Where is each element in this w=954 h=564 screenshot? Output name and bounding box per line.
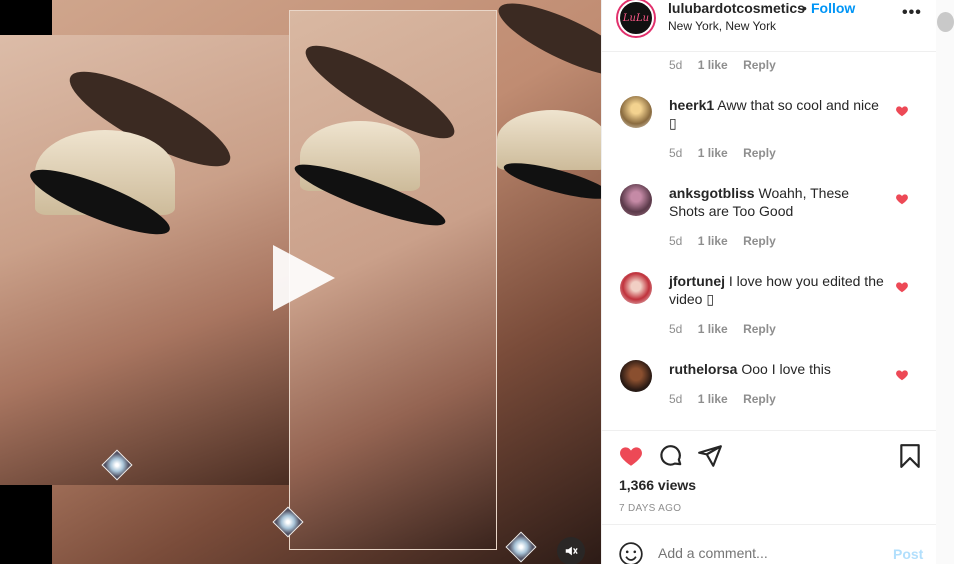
earring-image xyxy=(505,531,537,563)
heart-icon[interactable] xyxy=(895,192,909,206)
comment-text: ruthelorsa Ooo I love this xyxy=(669,360,884,378)
comment-age: 5d xyxy=(669,234,683,248)
comment-meta: 5d 1 like Reply xyxy=(669,322,788,336)
follow-button[interactable]: Follow xyxy=(811,0,855,16)
avatar[interactable] xyxy=(620,272,652,304)
comment-meta: 5d 1 like Reply xyxy=(669,58,788,72)
post-location[interactable]: New York, New York xyxy=(668,19,776,33)
comment-meta: 5d 1 like Reply xyxy=(669,146,788,160)
comment-age: 5d xyxy=(669,322,683,336)
comment-username[interactable]: ruthelorsa xyxy=(669,361,737,377)
separator-dot: • xyxy=(802,0,807,16)
comment-text: heerk1 Aww that so cool and nice ▯ xyxy=(669,96,884,132)
background-avatar xyxy=(937,12,954,32)
reply-button[interactable]: Reply xyxy=(743,146,776,160)
smiley-icon[interactable] xyxy=(618,541,644,564)
comment-text: jfortunej I love how you edited the vide… xyxy=(669,272,884,308)
reply-button[interactable]: Reply xyxy=(743,322,776,336)
comment-meta: 5d 1 like Reply xyxy=(669,234,788,248)
view-count[interactable]: 1,366 views xyxy=(619,477,696,493)
comment-age: 5d xyxy=(669,392,683,406)
comment-likes[interactable]: 1 like xyxy=(698,392,728,406)
comment-likes[interactable]: 1 like xyxy=(698,234,728,248)
play-icon[interactable] xyxy=(273,245,335,311)
avatar-logo-text: LuLu xyxy=(618,0,654,36)
comment-icon[interactable] xyxy=(658,443,684,469)
comment-meta: 5d 1 like Reply xyxy=(669,392,788,406)
post-timestamp[interactable]: 7 DAYS AGO xyxy=(619,503,681,514)
comment-input[interactable] xyxy=(658,545,878,561)
heart-icon[interactable] xyxy=(618,443,644,469)
bookmark-icon[interactable] xyxy=(897,443,923,469)
reply-button[interactable]: Reply xyxy=(743,58,776,72)
comment-likes[interactable]: 1 like xyxy=(698,322,728,336)
comment-text: anksgotbliss Woahh, These Shots are Too … xyxy=(669,184,884,220)
comment-likes[interactable]: 1 like xyxy=(698,58,728,72)
avatar[interactable] xyxy=(620,360,652,392)
reply-button[interactable]: Reply xyxy=(743,234,776,248)
video-letterbox xyxy=(0,485,52,564)
heart-icon[interactable] xyxy=(895,104,909,118)
post-header: LuLu lulubardotcosmetics • Follow New Yo… xyxy=(602,0,937,52)
emoji-glyph: ▯ xyxy=(669,115,677,131)
avatar[interactable] xyxy=(620,96,652,128)
comment-body: Ooo I love this xyxy=(741,361,831,377)
earring-image xyxy=(101,449,133,481)
comment-age: 5d xyxy=(669,146,683,160)
post-viewer: LuLu lulubardotcosmetics • Follow New Yo… xyxy=(0,0,954,564)
more-icon[interactable]: ••• xyxy=(902,4,922,22)
post-actions: 1,366 views 7 DAYS AGO xyxy=(602,430,937,524)
post-sidebar: LuLu lulubardotcosmetics • Follow New Yo… xyxy=(601,0,937,564)
video-frame-front xyxy=(0,35,289,485)
post-username[interactable]: lulubardotcosmetics xyxy=(668,0,805,16)
page-background xyxy=(936,0,954,564)
mute-icon[interactable] xyxy=(557,537,585,564)
comment-username[interactable]: anksgotbliss xyxy=(669,185,755,201)
comment-likes[interactable]: 1 like xyxy=(698,146,728,160)
avatar[interactable]: LuLu xyxy=(616,0,656,38)
heart-icon[interactable] xyxy=(895,280,909,294)
comment-composer: Post xyxy=(602,524,937,564)
emoji-glyph: ▯ xyxy=(706,291,715,307)
heart-icon[interactable] xyxy=(895,368,909,382)
video-player[interactable] xyxy=(0,0,601,564)
comment-username[interactable]: heerk1 xyxy=(669,97,714,113)
comment-age: 5d xyxy=(669,58,683,72)
post-button[interactable]: Post xyxy=(893,546,923,562)
avatar[interactable] xyxy=(620,184,652,216)
comment-body: Aww that so cool and nice xyxy=(717,97,879,113)
comment-username[interactable]: jfortunej xyxy=(669,273,725,289)
share-icon[interactable] xyxy=(697,443,723,469)
reply-button[interactable]: Reply xyxy=(743,392,776,406)
